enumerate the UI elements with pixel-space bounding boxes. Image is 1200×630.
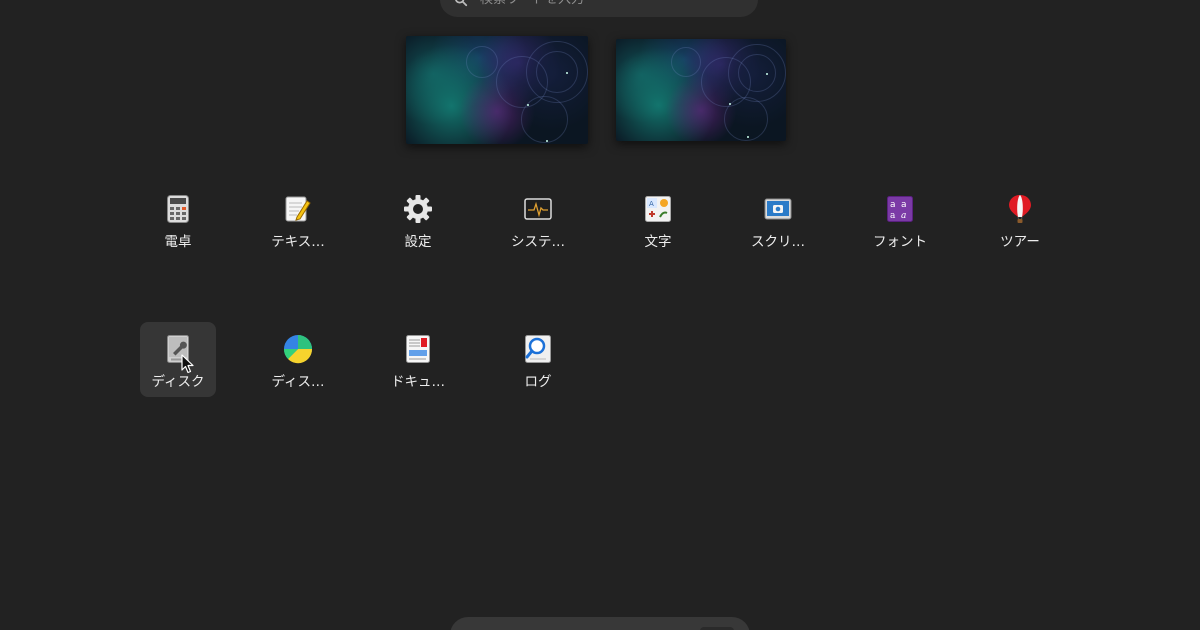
tour-balloon-icon <box>1004 193 1036 225</box>
app-system-monitor[interactable]: システ… <box>500 182 576 258</box>
app-calculator[interactable]: 電卓 <box>140 182 216 258</box>
calculator-icon <box>162 193 194 225</box>
disk-usage-icon <box>282 333 314 365</box>
document-viewer-icon <box>402 333 434 365</box>
search-input[interactable] <box>478 0 722 8</box>
svg-text:a: a <box>901 200 907 210</box>
app-text-editor[interactable]: テキス… <box>260 182 336 258</box>
search-icon <box>455 0 468 6</box>
text-editor-icon <box>282 193 314 225</box>
app-fonts[interactable]: a a a a フォント <box>862 182 938 258</box>
settings-gear-icon <box>402 193 434 225</box>
app-settings[interactable]: 設定 <box>380 182 456 258</box>
app-label: フォント <box>873 234 927 250</box>
system-monitor-icon <box>522 193 554 225</box>
svg-text:A: A <box>649 200 654 208</box>
fonts-icon: a a a a <box>884 193 916 225</box>
app-label: システ… <box>511 234 565 250</box>
app-screenshot[interactable]: スクリ… <box>740 182 816 258</box>
screenshot-icon <box>762 193 794 225</box>
app-label: ディスク <box>151 374 205 390</box>
search-bar[interactable] <box>440 0 758 17</box>
app-logs[interactable]: ログ <box>500 322 576 398</box>
app-disks[interactable]: ディスク <box>140 322 216 397</box>
dash-dock[interactable] <box>450 617 750 630</box>
app-label: スクリ… <box>751 234 805 250</box>
app-label: テキス… <box>271 234 325 250</box>
app-tour[interactable]: ツアー <box>982 182 1058 258</box>
app-label: ログ <box>524 374 552 390</box>
logs-icon <box>522 333 554 365</box>
app-label: 文字 <box>644 234 672 250</box>
app-characters[interactable]: A 文字 <box>620 182 696 258</box>
svg-text:a: a <box>901 211 906 221</box>
mouse-pointer-icon <box>181 354 194 374</box>
svg-text:a: a <box>890 200 896 210</box>
app-label: ツアー <box>1000 234 1040 250</box>
app-label: 設定 <box>404 234 432 250</box>
app-label: ディス… <box>271 374 325 390</box>
app-disk-usage[interactable]: ディス… <box>260 322 336 398</box>
svg-text:a: a <box>890 211 896 221</box>
characters-icon: A <box>642 193 674 225</box>
app-label: ドキュ… <box>391 374 445 390</box>
app-document-viewer[interactable]: ドキュ… <box>380 322 456 398</box>
activities-overview: 電卓 テキス… <box>0 0 1200 630</box>
workspace-thumbnail-1[interactable] <box>406 36 588 144</box>
app-label: 電卓 <box>164 234 192 250</box>
workspace-thumbnail-2[interactable] <box>616 39 786 141</box>
